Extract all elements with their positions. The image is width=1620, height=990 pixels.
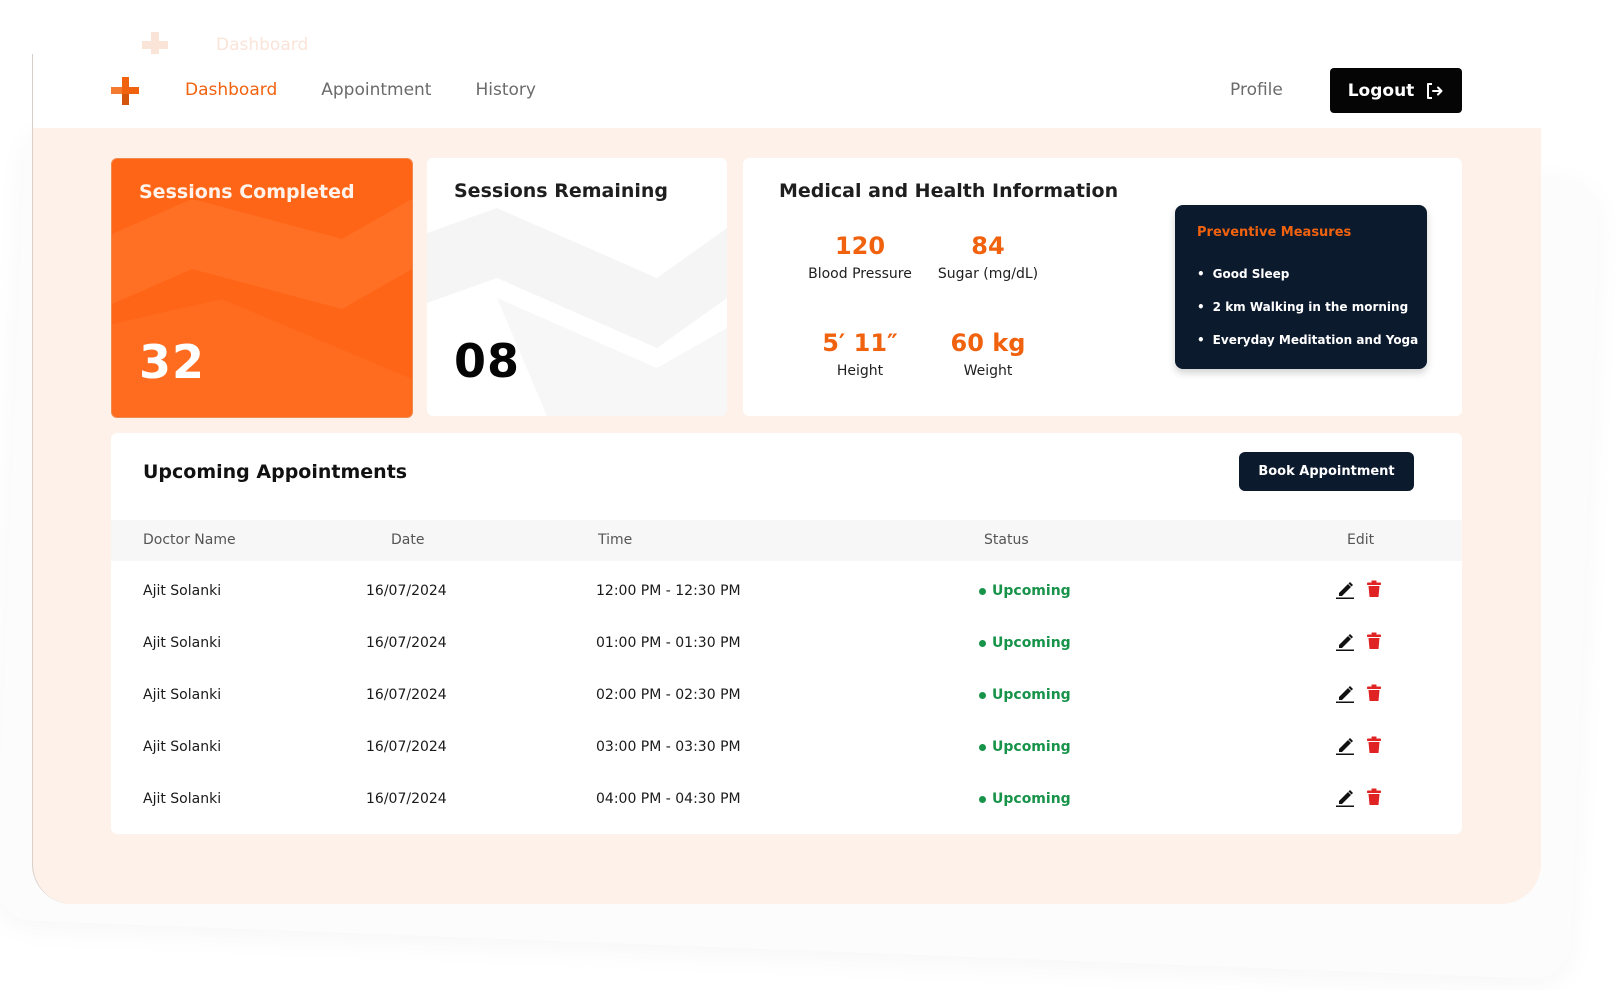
status-dot-icon [979, 587, 986, 595]
table-row: Ajit Solanki 16/07/2024 01:00 PM - 01:30… [111, 619, 1462, 671]
doctor-name: Ajit Solanki [143, 791, 222, 807]
metric-label: Weight [963, 363, 1013, 379]
pencil-icon[interactable] [1336, 683, 1354, 703]
preventive-item: • Everyday Meditation and Yoga [1197, 333, 1419, 347]
logout-label: Logout [1347, 80, 1415, 101]
status-badge: Upcoming [979, 791, 1071, 807]
appointment-time: 01:00 PM - 01:30 PM [596, 635, 741, 651]
app-window: Dashboard Appointment History Profile Lo… [32, 54, 1541, 904]
doctor-name: Ajit Solanki [143, 635, 222, 651]
status-badge: Upcoming [979, 635, 1071, 651]
table-row: Ajit Solanki 16/07/2024 04:00 PM - 04:30… [111, 775, 1462, 827]
row-actions [1336, 631, 1383, 651]
nav-dashboard[interactable]: Dashboard [185, 80, 277, 100]
appointment-date: 16/07/2024 [366, 739, 447, 755]
doctor-name: Ajit Solanki [143, 687, 222, 703]
table-row: Ajit Solanki 16/07/2024 12:00 PM - 12:30… [111, 567, 1462, 619]
metric-value: 84 [971, 232, 1005, 260]
column-header-doctor[interactable]: Doctor Name [143, 532, 236, 548]
appointment-date: 16/07/2024 [366, 583, 447, 599]
upcoming-appointments-title: Upcoming Appointments [143, 461, 408, 483]
medical-info-card: Medical and Health Information 120 Blood… [743, 158, 1462, 416]
preventive-measures-list: • Good Sleep • 2 km Walking in the morning… [1197, 267, 1418, 366]
row-actions [1336, 683, 1383, 703]
trash-icon[interactable] [1365, 579, 1383, 599]
trash-icon[interactable] [1365, 683, 1383, 703]
cross-logo-icon[interactable] [110, 76, 140, 106]
doctor-name: Ajit Solanki [143, 739, 222, 755]
preventive-measures-title: Preventive Measures [1197, 225, 1352, 240]
sessions-completed-value: 32 [139, 335, 206, 389]
appointment-time: 04:00 PM - 04:30 PM [596, 791, 741, 807]
row-actions [1336, 579, 1383, 599]
appointment-date: 16/07/2024 [366, 635, 447, 651]
row-actions [1336, 787, 1383, 807]
profile-link[interactable]: Profile [1230, 80, 1283, 100]
trash-icon[interactable] [1365, 735, 1383, 755]
preventive-item: • 2 km Walking in the morning [1197, 300, 1409, 314]
row-actions [1336, 735, 1383, 755]
status-dot-icon [979, 639, 986, 647]
book-appointment-button[interactable]: Book Appointment [1239, 452, 1414, 491]
column-header-date[interactable]: Date [391, 532, 424, 548]
status-badge: Upcoming [979, 583, 1071, 599]
metric-sugar: 84 Sugar (mg/dL) [913, 232, 1063, 282]
appointment-time: 12:00 PM - 12:30 PM [596, 583, 741, 599]
pencil-icon[interactable] [1336, 579, 1354, 599]
trash-icon[interactable] [1365, 787, 1383, 807]
status-badge: Upcoming [979, 739, 1071, 755]
status-dot-icon [979, 795, 986, 803]
table-row: Ajit Solanki 16/07/2024 02:00 PM - 02:30… [111, 671, 1462, 723]
upcoming-appointments-card: Upcoming Appointments Book Appointment D… [111, 433, 1462, 834]
column-header-time[interactable]: Time [598, 532, 632, 548]
appointment-time: 03:00 PM - 03:30 PM [596, 739, 741, 755]
sessions-completed-title: Sessions Completed [139, 181, 355, 203]
appointment-time: 02:00 PM - 02:30 PM [596, 687, 741, 703]
nav-history[interactable]: History [475, 80, 535, 100]
preventive-item: • Good Sleep [1197, 267, 1290, 281]
medical-info-title: Medical and Health Information [779, 180, 1119, 202]
sessions-completed-card: Sessions Completed 32 [111, 158, 413, 418]
pencil-icon[interactable] [1336, 631, 1354, 651]
status-dot-icon [979, 743, 986, 751]
appointment-date: 16/07/2024 [366, 687, 447, 703]
metric-value: 60 kg [950, 329, 1026, 357]
logout-button[interactable]: Logout [1330, 68, 1462, 113]
top-navigation-bar: Dashboard Appointment History Profile Lo… [33, 54, 1541, 128]
pencil-icon[interactable] [1336, 735, 1354, 755]
metric-label: Sugar (mg/dL) [937, 266, 1039, 282]
column-header-status[interactable]: Status [984, 532, 1029, 548]
ghost-dashboard-text: Dashboard [216, 35, 309, 55]
doctor-name: Ajit Solanki [143, 583, 222, 599]
sessions-remaining-value: 08 [454, 334, 521, 388]
sessions-remaining-title: Sessions Remaining [454, 180, 669, 202]
pencil-icon[interactable] [1336, 787, 1354, 807]
table-row: Ajit Solanki 16/07/2024 03:00 PM - 03:30… [111, 723, 1462, 775]
logout-icon [1427, 82, 1443, 99]
preventive-measures-box: Preventive Measures • Good Sleep • 2 km Wa… [1175, 205, 1427, 369]
column-header-edit: Edit [1347, 532, 1375, 548]
sessions-remaining-card: Sessions Remaining 08 [427, 158, 727, 416]
metric-weight: 60 kg Weight [913, 329, 1063, 379]
main-nav: Dashboard Appointment History [185, 80, 536, 100]
trash-icon[interactable] [1365, 631, 1383, 651]
status-badge: Upcoming [979, 687, 1071, 703]
status-dot-icon [979, 691, 986, 699]
appointment-date: 16/07/2024 [366, 791, 447, 807]
nav-appointment[interactable]: Appointment [321, 80, 431, 100]
table-header: Doctor Name Date Time Status Edit [111, 520, 1462, 561]
